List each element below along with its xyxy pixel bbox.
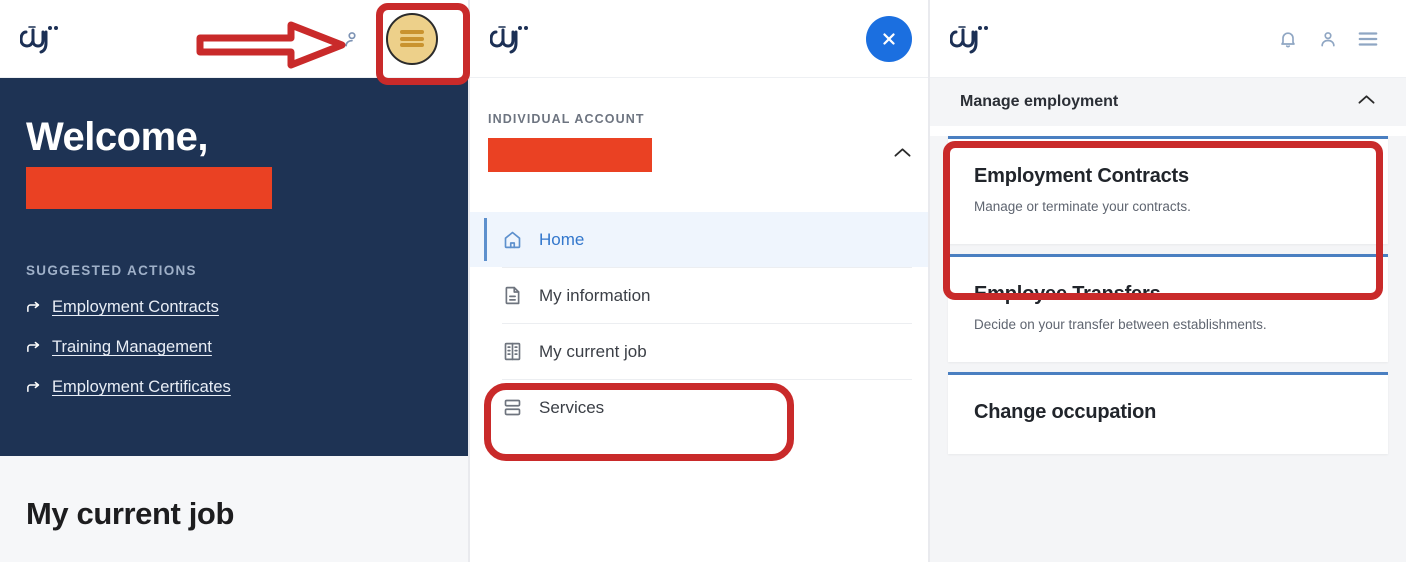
sidebar-item-home[interactable]: Home xyxy=(470,212,930,267)
panel-three-topbar xyxy=(930,0,1406,78)
document-icon xyxy=(502,285,523,306)
service-card-subtitle: Manage or terminate your contracts. xyxy=(974,199,1191,214)
service-card-title: Change occupation xyxy=(974,401,1157,423)
person-icon[interactable] xyxy=(1308,19,1348,59)
brand-logo[interactable] xyxy=(948,18,996,60)
redacted-user-name xyxy=(26,167,272,209)
panel-services-list: Manage employment Employment Contracts M… xyxy=(930,0,1406,562)
arrow-redirect-icon xyxy=(26,340,41,355)
brand-logo[interactable] xyxy=(488,18,536,60)
building-icon xyxy=(502,341,523,362)
sidebar-item-my-current-job[interactable]: My current job xyxy=(470,324,930,379)
drawer-menu-list: Home My information My current job Servi… xyxy=(470,212,930,435)
suggested-action-label: Employment Certificates xyxy=(52,378,231,396)
sidebar-item-label: My information xyxy=(539,285,651,305)
suggested-actions-list: Employment Contracts Training Management xyxy=(26,298,444,397)
panel-dashboard: Welcome, SUGGESTED ACTIONS Employment Co… xyxy=(0,0,470,562)
account-selector-row[interactable] xyxy=(470,138,930,172)
panel-one-topbar xyxy=(0,0,470,78)
menu-bar-1 xyxy=(400,30,424,34)
service-card-employee-transfers[interactable]: Employee Transfers Decide on your transf… xyxy=(948,254,1388,362)
hamburger-menu-icon[interactable] xyxy=(1348,19,1388,59)
layers-icon xyxy=(502,397,523,418)
drawer-body: INDIVIDUAL ACCOUNT Home My information M… xyxy=(470,78,930,435)
current-job-section: My current job xyxy=(0,456,470,562)
service-card-list: Employment Contracts Manage or terminate… xyxy=(930,136,1406,562)
arrow-redirect-icon xyxy=(26,300,41,315)
suggested-action-training-management[interactable]: Training Management xyxy=(26,338,444,357)
panel-two-topbar xyxy=(470,0,930,78)
sidebar-item-my-information[interactable]: My information xyxy=(470,268,930,323)
suggested-action-label: Training Management xyxy=(52,338,212,356)
redacted-account-value xyxy=(488,138,652,172)
screenshot-root: Welcome, SUGGESTED ACTIONS Employment Co… xyxy=(0,0,1406,562)
page-title: Welcome, xyxy=(26,115,209,159)
account-type-label: INDIVIDUAL ACCOUNT xyxy=(488,112,645,126)
brand-logo[interactable] xyxy=(18,18,66,60)
home-icon xyxy=(502,229,523,250)
menu-bar-2 xyxy=(400,36,424,41)
close-icon[interactable] xyxy=(866,15,912,62)
sidebar-item-label: Home xyxy=(539,229,585,249)
sidebar-item-label: Services xyxy=(539,397,605,417)
service-card-subtitle: Decide on your transfer between establis… xyxy=(974,317,1267,332)
suggested-action-label: Employment Contracts xyxy=(52,298,219,316)
suggested-action-employment-certificates[interactable]: Employment Certificates xyxy=(26,378,444,397)
arrow-redirect-icon xyxy=(26,380,41,395)
section-title: My current job xyxy=(26,496,234,531)
menu-bar-3 xyxy=(400,43,424,47)
chevron-up-icon[interactable] xyxy=(893,146,912,164)
suggested-action-employment-contracts[interactable]: Employment Contracts xyxy=(26,298,444,317)
service-card-title: Employee Transfers xyxy=(974,283,1161,305)
service-card-change-occupation[interactable]: Change occupation xyxy=(948,372,1388,454)
service-card-employment-contracts[interactable]: Employment Contracts Manage or terminate… xyxy=(948,136,1388,244)
manage-employment-section-header[interactable]: Manage employment xyxy=(930,78,1406,126)
sidebar-item-label: My current job xyxy=(539,341,647,361)
bell-icon[interactable] xyxy=(1268,19,1308,59)
panel-navigation-drawer: INDIVIDUAL ACCOUNT Home My information M… xyxy=(470,0,930,562)
section-header-label: Manage employment xyxy=(960,93,1119,110)
welcome-hero: Welcome, SUGGESTED ACTIONS Employment Co… xyxy=(0,78,470,456)
sidebar-item-services[interactable]: Services xyxy=(470,380,930,435)
service-card-title: Employment Contracts xyxy=(974,165,1189,187)
person-icon[interactable] xyxy=(332,19,372,59)
hamburger-menu-icon[interactable] xyxy=(386,12,438,65)
chevron-up-icon[interactable] xyxy=(1357,93,1376,111)
suggested-actions-label: SUGGESTED ACTIONS xyxy=(26,263,197,278)
